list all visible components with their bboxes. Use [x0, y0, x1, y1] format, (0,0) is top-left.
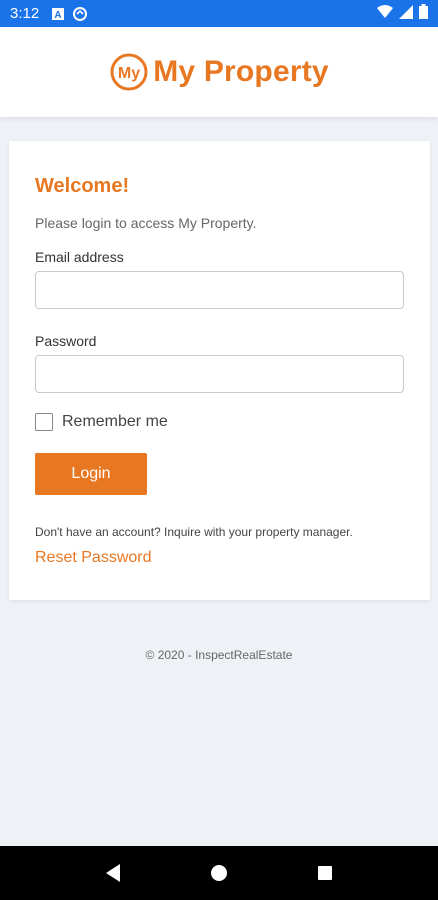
recents-icon[interactable]: [313, 861, 337, 885]
status-time: 3:12: [10, 5, 40, 22]
notification-a-icon: A: [51, 7, 65, 21]
logo-text: My Property: [153, 55, 329, 88]
sync-icon: [73, 6, 88, 21]
login-card: Welcome! Please login to access My Prope…: [9, 141, 430, 600]
remember-me-checkbox[interactable]: [35, 413, 53, 431]
remember-me-label[interactable]: Remember me: [62, 413, 168, 431]
app-header: My My Property: [0, 27, 438, 117]
email-label: Email address: [35, 249, 124, 265]
svg-text:A: A: [55, 10, 62, 21]
reset-password-link[interactable]: Reset Password: [35, 549, 404, 567]
back-icon[interactable]: [101, 861, 125, 885]
email-field[interactable]: [35, 271, 404, 309]
remember-me-row[interactable]: Remember me: [35, 413, 404, 431]
system-nav-bar: [0, 846, 438, 900]
no-account-text: Don't have an account? Inquire with your…: [35, 525, 353, 539]
password-label: Password: [35, 333, 97, 349]
logo-badge-icon: My: [110, 53, 148, 91]
battery-icon: [419, 4, 428, 23]
login-button[interactable]: Login: [35, 453, 147, 495]
home-icon[interactable]: [207, 861, 231, 885]
wifi-icon: [377, 4, 393, 23]
welcome-heading: Welcome!: [35, 175, 130, 197]
footer-copyright: © 2020 - InspectRealEstate: [145, 648, 293, 662]
svg-text:My: My: [118, 65, 140, 82]
signal-icon: [399, 4, 413, 23]
status-bar: 3:12 A: [0, 0, 438, 27]
app-logo: My My Property: [109, 52, 329, 92]
password-field[interactable]: [35, 355, 404, 393]
intro-text: Please login to access My Property.: [35, 215, 257, 231]
